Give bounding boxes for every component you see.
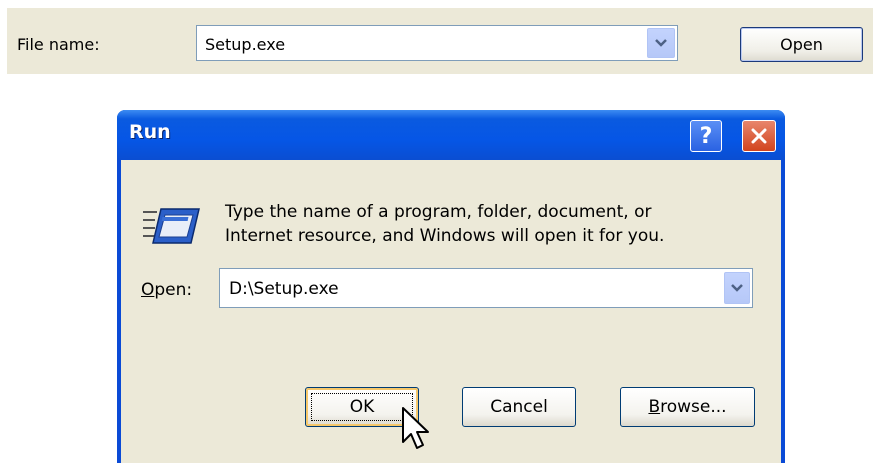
help-button[interactable]: ? — [690, 120, 722, 152]
browse-accelerator: B — [648, 397, 661, 417]
focus-rectangle — [311, 393, 413, 421]
open-button-label: Open — [780, 35, 823, 54]
mouse-pointer-icon — [402, 407, 429, 449]
file-name-input[interactable]: Setup.exe — [205, 35, 285, 54]
file-name-combobox[interactable]: Setup.exe — [196, 25, 678, 61]
title-bar[interactable]: Run ? — [117, 110, 785, 160]
open-label-text: pen: — [154, 280, 193, 300]
dialog-body: Type the name of a program, folder, docu… — [121, 160, 781, 463]
open-combobox[interactable]: D:\Setup.exe — [219, 268, 753, 308]
run-program-icon — [143, 208, 200, 244]
chevron-down-icon[interactable] — [724, 272, 750, 304]
open-label-accelerator: O — [141, 280, 155, 300]
open-input[interactable]: D:\Setup.exe — [229, 279, 339, 299]
browse-button-label: Browse... — [648, 397, 726, 417]
file-name-bar: File name: Setup.exe Open — [7, 8, 873, 74]
browse-button[interactable]: Browse... — [620, 387, 755, 427]
help-icon: ? — [699, 123, 713, 149]
instruction-line: Internet resource, and Windows will open… — [225, 226, 665, 246]
instruction-line: Type the name of a program, folder, docu… — [225, 202, 652, 222]
close-button[interactable] — [742, 120, 776, 152]
chevron-down-icon[interactable] — [647, 28, 675, 58]
close-icon — [751, 128, 767, 144]
file-name-label: File name: — [17, 35, 100, 54]
open-button[interactable]: Open — [740, 27, 863, 62]
cancel-button[interactable]: Cancel — [462, 387, 576, 427]
cancel-button-label: Cancel — [490, 397, 548, 417]
instruction-text: Type the name of a program, folder, docu… — [225, 200, 765, 248]
dialog-title: Run — [129, 121, 171, 143]
run-dialog: Run ? Type the name of a program, folder… — [117, 110, 785, 463]
browse-label-text: rowse... — [660, 397, 727, 417]
open-label: Open: — [141, 280, 192, 300]
